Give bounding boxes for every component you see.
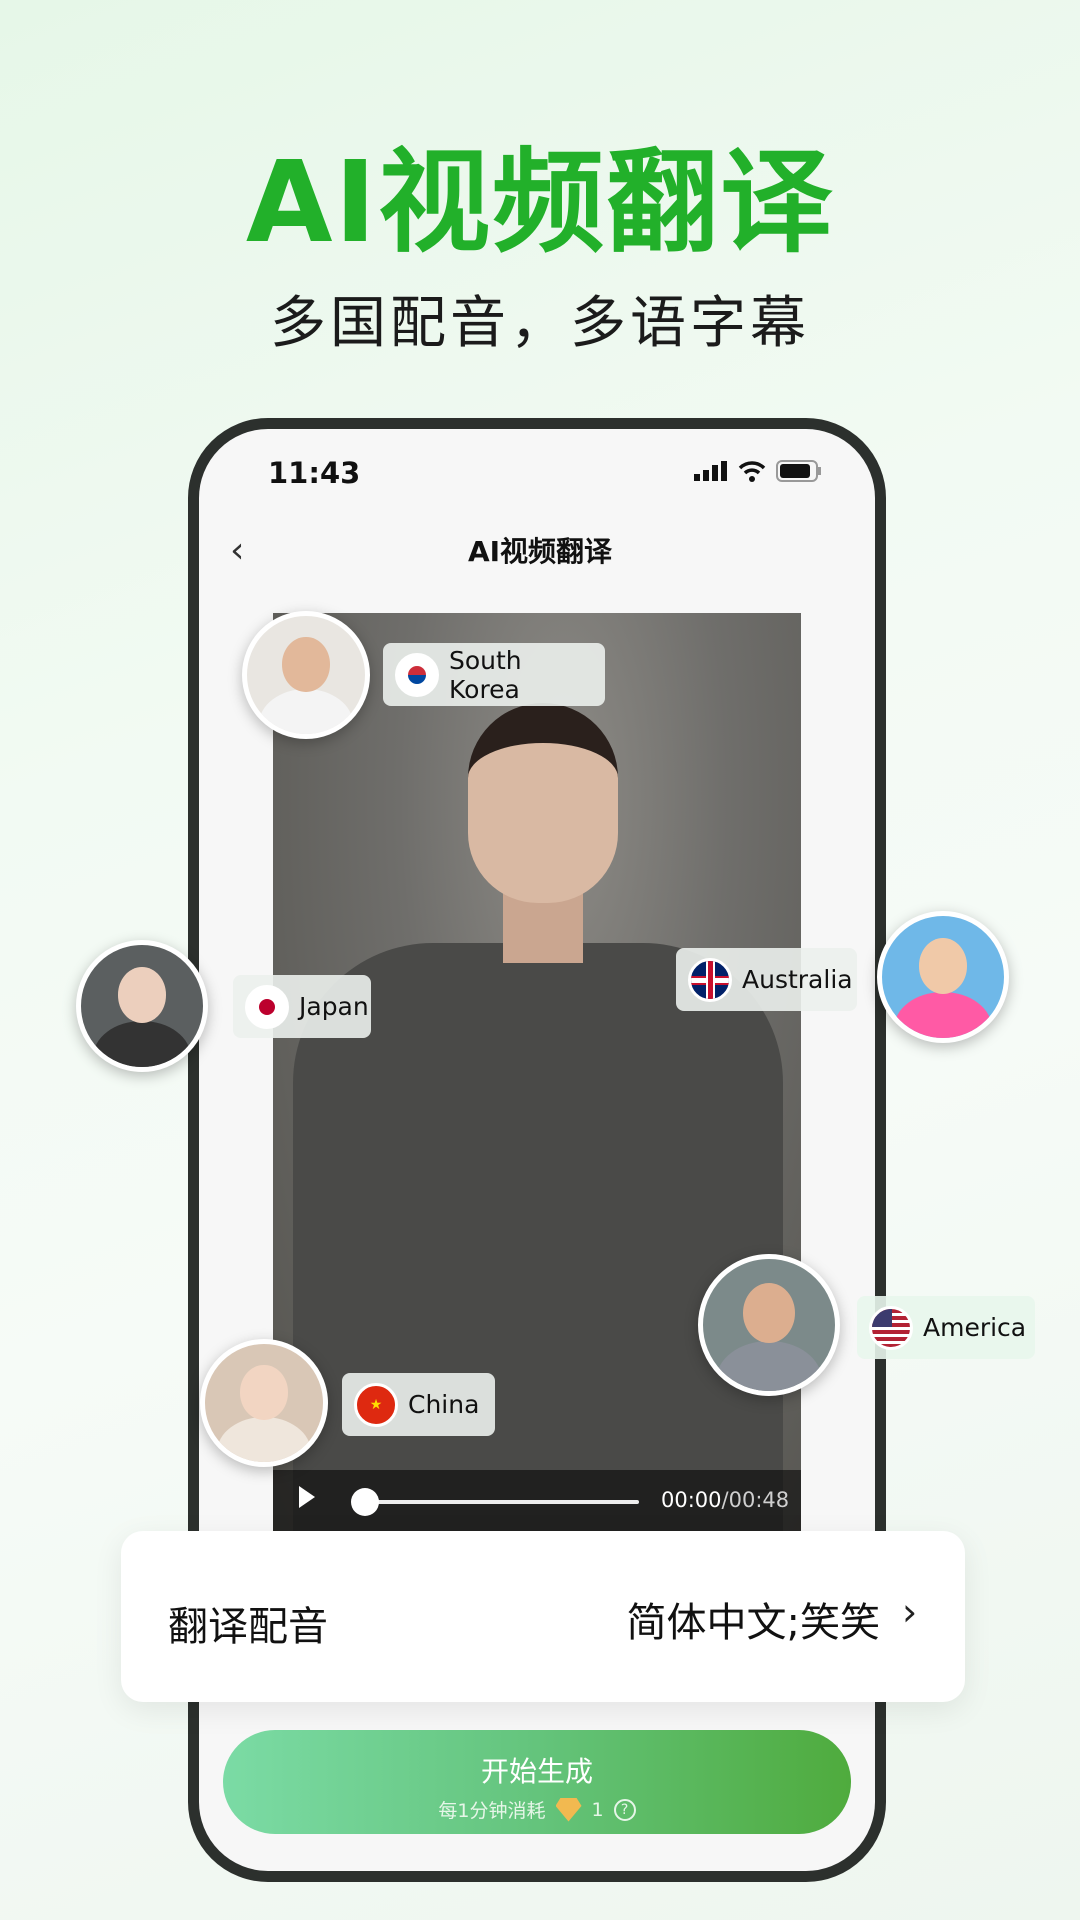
voice-label-america[interactable]: America (857, 1296, 1035, 1359)
dubbing-value[interactable]: 简体中文;笑笑 (560, 1590, 880, 1648)
cost-info: 每1分钟消耗 1 ? (223, 1796, 851, 1823)
current-time: 00:00 (661, 1488, 722, 1512)
video-time: 00:00/00:48 (661, 1488, 789, 1512)
voice-country: China (408, 1390, 480, 1419)
usa-flag-icon (869, 1305, 913, 1350)
wifi-icon (738, 461, 766, 482)
slider-thumb[interactable] (351, 1488, 379, 1516)
start-generate-button[interactable]: 开始生成 每1分钟消耗 1 ? (223, 1730, 851, 1834)
china-flag-icon: ★ (354, 1382, 398, 1427)
time-separator: / (721, 1488, 729, 1512)
help-icon[interactable]: ? (613, 1798, 636, 1821)
hero-subtitle: 多国配音，多语字幕 (270, 291, 810, 356)
avatar-south-korea[interactable] (242, 611, 370, 739)
diamond-icon (555, 1797, 582, 1822)
avatar-china[interactable] (200, 1339, 328, 1467)
voice-label-south-korea[interactable]: South Korea (383, 643, 605, 706)
japan-flag-icon (245, 984, 289, 1029)
voice-label-china[interactable]: ★ China (342, 1373, 495, 1436)
nav-title: AI视频翻译 (467, 535, 613, 568)
dubbing-label: 翻译配音 (168, 1604, 328, 1650)
voice-country: Japan (299, 992, 369, 1021)
chevron-right-icon[interactable]: › (902, 1590, 917, 1634)
progress-slider[interactable] (363, 1500, 639, 1504)
avatar-japan[interactable] (76, 940, 208, 1072)
status-icons (694, 460, 822, 482)
signal-icon (694, 461, 727, 481)
status-time: 11:43 (268, 456, 361, 490)
hero-title: AI视频翻译 (245, 138, 835, 268)
voice-country: South Korea (449, 645, 522, 704)
avatar-america[interactable] (698, 1254, 840, 1396)
voice-country: America (923, 1313, 1027, 1342)
battery-icon (776, 460, 821, 482)
voice-country: Australia (742, 965, 853, 994)
cost-text: 每1分钟消耗 (438, 1800, 546, 1822)
australia-flag-icon (688, 957, 732, 1002)
start-label: 开始生成 (480, 1755, 593, 1788)
play-icon[interactable] (299, 1486, 315, 1508)
video-controls: 00:00/00:48 (273, 1470, 801, 1531)
south-korea-flag-icon (395, 652, 439, 697)
avatar-australia[interactable] (877, 911, 1009, 1043)
voice-label-australia[interactable]: Australia (676, 948, 857, 1011)
cost-value: 1 (591, 1798, 604, 1821)
duration: 00:48 (728, 1488, 790, 1512)
voice-label-japan[interactable]: Japan (233, 975, 371, 1038)
